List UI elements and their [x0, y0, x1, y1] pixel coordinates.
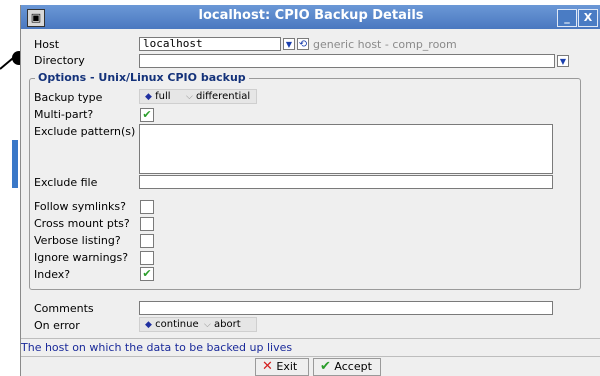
radio-abort[interactable]: ⌵ abort	[204, 318, 241, 332]
directory-input[interactable]	[139, 54, 555, 68]
backup-type-radio-group: ◆ full ⌵ differential	[139, 89, 257, 104]
minimize-button[interactable]: _	[557, 9, 577, 27]
verbose-label: Verbose listing?	[34, 234, 121, 247]
host-description: generic host - comp_room	[313, 38, 457, 51]
comments-input[interactable]	[139, 301, 553, 315]
status-separator	[21, 338, 600, 339]
index-checkbox[interactable]: ✔	[140, 267, 154, 281]
verbose-checkbox[interactable]	[140, 234, 154, 248]
exclude-patterns-label: Exclude pattern(s)	[34, 125, 136, 138]
radio-full[interactable]: ◆ full	[145, 90, 171, 104]
exit-label: Exit	[276, 360, 298, 373]
follow-symlinks-checkbox[interactable]	[140, 200, 154, 214]
accept-icon: ✔	[320, 359, 331, 374]
accept-button[interactable]: ✔ Accept	[313, 358, 381, 376]
on-error-label: On error	[34, 319, 80, 332]
host-label: Host	[34, 38, 60, 51]
cross-mount-label: Cross mount pts?	[34, 217, 130, 230]
exit-button[interactable]: ✕ Exit	[255, 358, 309, 376]
exit-icon: ✕	[262, 359, 273, 374]
radio-differential[interactable]: ⌵ differential	[186, 90, 250, 104]
window-title: localhost: CPIO Backup Details	[198, 8, 424, 23]
host-input[interactable]: localhost	[139, 37, 281, 51]
buttons-separator	[21, 356, 600, 357]
cross-mount-checkbox[interactable]	[140, 217, 154, 231]
directory-dropdown-icon[interactable]: ▼	[557, 55, 569, 67]
options-group-title: Options - Unix/Linux CPIO backup	[35, 71, 249, 84]
directory-label: Directory	[34, 54, 85, 67]
titlebar[interactable]: ▣ localhost: CPIO Backup Details _ X	[21, 5, 600, 29]
comments-label: Comments	[34, 302, 94, 315]
host-dropdown-icon[interactable]: ▼	[283, 38, 295, 50]
ignore-warnings-checkbox[interactable]	[140, 251, 154, 265]
background-window-edge	[12, 140, 18, 188]
multi-part-label: Multi-part?	[34, 108, 94, 121]
ignore-warnings-label: Ignore warnings?	[34, 251, 129, 264]
status-text: The host on which the data to be backed …	[21, 341, 293, 354]
refresh-icon[interactable]: ⟲	[297, 38, 309, 50]
close-button[interactable]: X	[578, 9, 598, 27]
multi-part-checkbox[interactable]: ✔	[140, 108, 154, 122]
exclude-patterns-textarea[interactable]	[139, 124, 553, 174]
index-label: Index?	[34, 268, 71, 281]
backup-details-window: ▣ localhost: CPIO Backup Details _ X Hos…	[20, 5, 600, 376]
on-error-radio-group: ◆ continue ⌵ abort	[139, 317, 257, 332]
accept-label: Accept	[334, 360, 372, 373]
radio-continue[interactable]: ◆ continue	[145, 318, 199, 332]
backup-type-label: Backup type	[34, 91, 103, 104]
exclude-file-input[interactable]	[139, 175, 553, 189]
exclude-file-label: Exclude file	[34, 176, 98, 189]
follow-symlinks-label: Follow symlinks?	[34, 200, 126, 213]
